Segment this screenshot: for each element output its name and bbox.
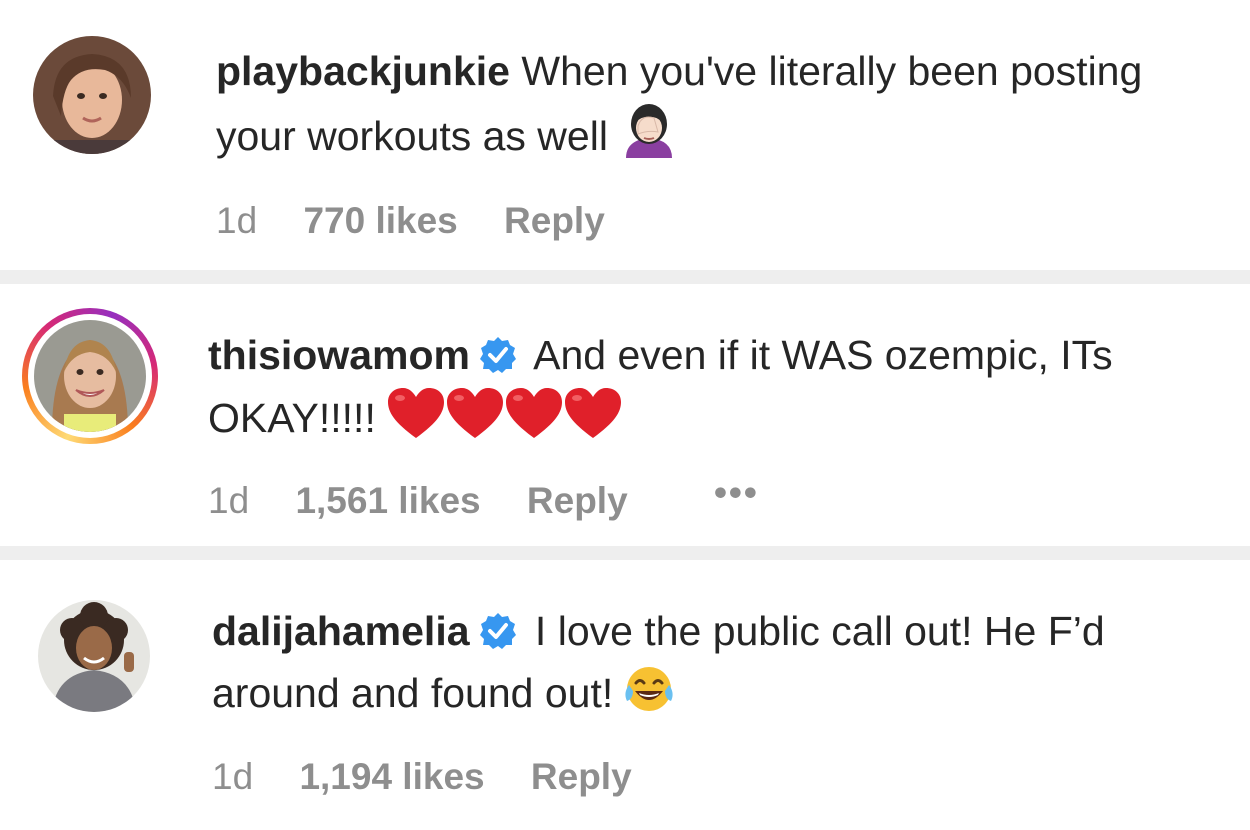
comment-meta: 1d 1,561 likes Reply •••: [208, 472, 795, 522]
comment-likes[interactable]: 1,194 likes: [299, 756, 484, 797]
face-with-tears-of-joy-icon: [623, 663, 675, 732]
reply-button[interactable]: Reply: [504, 200, 605, 241]
divider: [0, 546, 1250, 560]
comment-body: thisiowamom And even if it WAS ozempic, …: [208, 324, 1226, 457]
comment-body: dalijahamelia I love the public call out…: [212, 600, 1226, 732]
comment-item: thisiowamom And even if it WAS ozempic, …: [0, 284, 1250, 546]
comment-meta: 1d 770 likes Reply: [216, 200, 641, 242]
red-heart-icon: [386, 386, 622, 457]
woman-facepalming-icon: [618, 102, 680, 175]
comment-meta: 1d 1,194 likes Reply: [212, 756, 668, 798]
comment-time: 1d: [216, 200, 258, 241]
comment-username[interactable]: playbackjunkie: [216, 48, 510, 94]
comment-body: playbackjunkie When you've literally bee…: [216, 40, 1226, 175]
comment-time: 1d: [208, 480, 250, 521]
comment-item: playbackjunkie When you've literally bee…: [0, 0, 1250, 270]
comment-username[interactable]: thisiowamom: [208, 332, 470, 378]
reply-button[interactable]: Reply: [527, 480, 628, 521]
reply-button[interactable]: Reply: [531, 756, 632, 797]
avatar[interactable]: [34, 320, 146, 432]
comment-likes[interactable]: 1,561 likes: [295, 480, 480, 521]
comment-time: 1d: [212, 756, 254, 797]
more-options-icon[interactable]: •••: [714, 472, 759, 513]
comment-username[interactable]: dalijahamelia: [212, 608, 470, 654]
avatar[interactable]: [33, 36, 151, 154]
divider: [0, 270, 1250, 284]
verified-badge-icon: [478, 330, 518, 373]
comment-likes[interactable]: 770 likes: [303, 200, 457, 241]
comment-item: dalijahamelia I love the public call out…: [0, 560, 1250, 830]
verified-badge-icon: [478, 606, 518, 649]
avatar[interactable]: [38, 600, 150, 712]
